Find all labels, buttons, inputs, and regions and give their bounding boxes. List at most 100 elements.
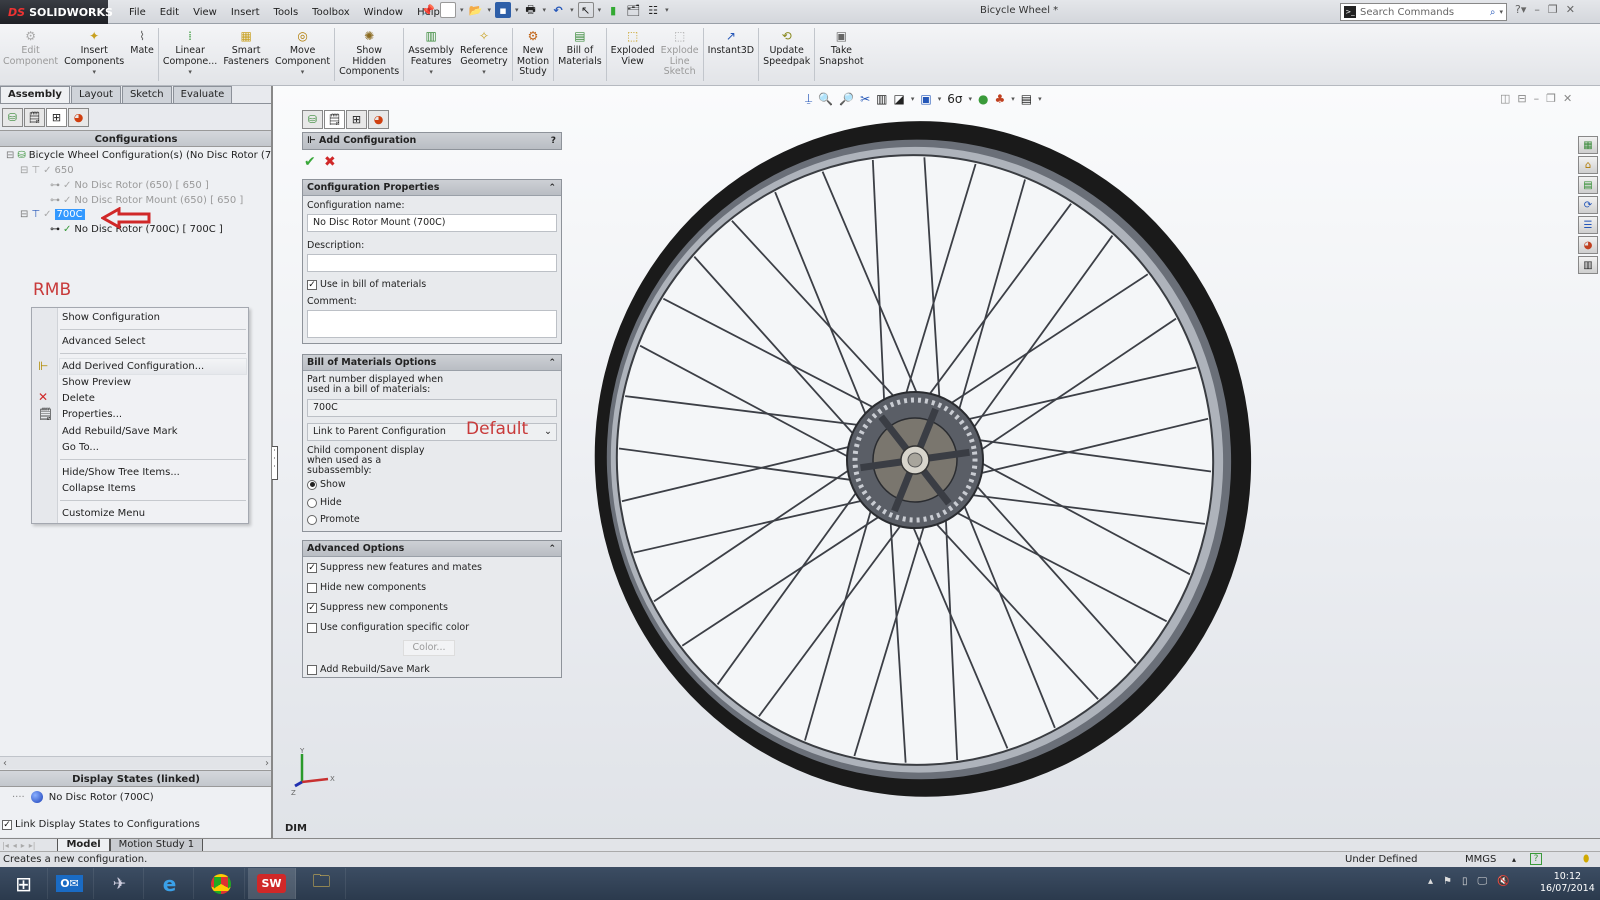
- menu-item-customize-menu[interactable]: Customize Menu: [60, 506, 246, 521]
- description-input[interactable]: [307, 254, 557, 272]
- checkbox[interactable]: ✓: [2, 819, 12, 830]
- chevron-down-icon[interactable]: ▾: [301, 67, 305, 78]
- tab-sketch[interactable]: Sketch: [121, 86, 172, 103]
- chevron-down-icon[interactable]: ▾: [488, 6, 492, 14]
- display-manager-icon[interactable]: ◕: [68, 108, 89, 127]
- tab-assembly[interactable]: Assembly: [0, 86, 70, 103]
- minimize-icon[interactable]: –: [1534, 3, 1540, 16]
- search-commands-input[interactable]: >_ Search Commands ⌕ ▾: [1340, 3, 1507, 21]
- checkbox[interactable]: [307, 622, 317, 633]
- configuration-name-input[interactable]: No Disc Rotor Mount (700C): [307, 214, 557, 232]
- last-tab-icon[interactable]: ▸|: [27, 841, 38, 850]
- checkbox[interactable]: ✓: [307, 562, 317, 573]
- view-settings-icon[interactable]: ♣: [994, 92, 1005, 106]
- menu-item-collapse-items[interactable]: Collapse Items: [60, 481, 246, 496]
- chevron-down-icon[interactable]: ▾: [665, 6, 669, 14]
- checkbox[interactable]: [307, 664, 317, 675]
- radio-button[interactable]: [307, 479, 317, 490]
- collapse-icon[interactable]: ⌃: [548, 180, 556, 196]
- part-number-input[interactable]: 700C: [307, 399, 557, 417]
- tab-motion-study[interactable]: Motion Study 1: [109, 838, 204, 852]
- view-orientation-icon[interactable]: ▥: [876, 92, 887, 106]
- chevron-down-icon[interactable]: ▾: [92, 67, 96, 78]
- menu-edit[interactable]: Edit: [153, 7, 186, 18]
- part-number-source-select[interactable]: Link to Parent Configuration Default ⌄: [307, 421, 557, 441]
- file-explorer-icon[interactable]: 🗀: [298, 868, 346, 899]
- windows-start-icon[interactable]: ⊞: [0, 868, 48, 899]
- explorer-tool-icon[interactable]: ✈: [96, 868, 144, 899]
- design-library-icon[interactable]: ⌂: [1578, 156, 1598, 174]
- menu-toolbox[interactable]: Toolbox: [305, 7, 357, 18]
- help-icon[interactable]: ?: [1530, 853, 1542, 865]
- new-document-icon[interactable]: [440, 2, 456, 18]
- ok-button[interactable]: ✔: [304, 154, 316, 170]
- collapse-icon[interactable]: ⊟: [6, 150, 14, 161]
- command-linear-compone[interactable]: ⁞ Linear Compone... ▾: [160, 24, 220, 85]
- suppress-components-checkbox[interactable]: ✓ Suppress new components: [307, 602, 448, 613]
- display-manager-icon[interactable]: ◕: [368, 110, 389, 129]
- tree-item[interactable]: ⊶ ✓ No Disc Rotor Mount (650) [ 650 ]: [50, 195, 243, 206]
- checkbox[interactable]: ✓: [307, 602, 317, 613]
- checkbox[interactable]: [307, 582, 317, 593]
- horizontal-scrollbar[interactable]: ‹ ›: [0, 756, 272, 769]
- radio-button[interactable]: [307, 514, 317, 525]
- bom-options-header[interactable]: Bill of Materials Options ⌃: [303, 355, 561, 371]
- rebuild-traffic-light-icon[interactable]: ▮: [605, 2, 621, 18]
- solidworks-logo[interactable]: DS SOLIDWORKS: [0, 0, 113, 24]
- help-icon[interactable]: ?: [551, 133, 556, 149]
- taskbar-clock[interactable]: 10:12 16/07/2014: [1540, 871, 1595, 895]
- tab-layout[interactable]: Layout: [70, 86, 121, 103]
- chevron-down-icon[interactable]: ▾: [1499, 8, 1503, 16]
- menu-item-delete[interactable]: Delete: [60, 391, 246, 406]
- display-style-icon[interactable]: ◪: [894, 92, 905, 106]
- command-insert-components[interactable]: ✦ Insert Components ▾: [61, 24, 127, 85]
- radio-hide[interactable]: Hide: [307, 497, 342, 508]
- chevron-down-icon[interactable]: ▾: [911, 95, 915, 103]
- chevron-down-icon[interactable]: ▾: [460, 6, 464, 14]
- outlook-icon[interactable]: O✉: [46, 868, 94, 899]
- open-folder-icon[interactable]: 📂: [468, 2, 484, 18]
- split-horizontal-icon[interactable]: ◫: [1500, 92, 1510, 105]
- command-exploded-view[interactable]: ⬚ Exploded View: [608, 24, 658, 85]
- comment-textarea[interactable]: [307, 310, 557, 338]
- volume-muted-icon[interactable]: 🔇: [1497, 876, 1509, 887]
- command-explode-line-sketch[interactable]: ⬚ Explode Line Sketch: [658, 24, 702, 85]
- chevron-down-icon[interactable]: ▾: [938, 95, 942, 103]
- property-manager-icon[interactable]: 🗒: [24, 108, 45, 127]
- command-update-speedpak[interactable]: ⟲ Update Speedpak: [760, 24, 813, 85]
- split-vertical-icon[interactable]: ⊟: [1517, 92, 1526, 105]
- save-icon[interactable]: ▪: [495, 2, 512, 18]
- color-button[interactable]: Color...: [403, 640, 455, 656]
- view-palette-icon[interactable]: ⟳: [1578, 196, 1598, 214]
- command-edit-component[interactable]: ⚙ Edit Component: [0, 24, 61, 85]
- chevron-down-icon[interactable]: ▾: [968, 95, 972, 103]
- menu-item-go-to[interactable]: Go To...: [60, 440, 246, 455]
- radio-show[interactable]: Show: [307, 479, 346, 490]
- restore-icon[interactable]: ❐: [1546, 92, 1556, 105]
- menu-item-hide-show-tree-items[interactable]: Hide/Show Tree Items...: [60, 465, 246, 480]
- feature-tree-icon[interactable]: ⛁: [2, 108, 23, 127]
- tree-item[interactable]: ⊶ ✓ No Disc Rotor (650) [ 650 ]: [50, 180, 209, 191]
- chrome-icon[interactable]: [197, 868, 245, 899]
- pin-icon[interactable]: 📌: [420, 2, 436, 18]
- chevron-down-icon[interactable]: ▾: [570, 6, 574, 14]
- tree-item-650[interactable]: ⊟ ⊤ ✓ 650: [20, 165, 74, 176]
- checkbox[interactable]: ✓: [307, 279, 317, 290]
- minimize-icon[interactable]: –: [1534, 92, 1540, 105]
- chevron-down-icon[interactable]: ▾: [598, 6, 602, 14]
- file-properties-icon[interactable]: 🗂: [625, 2, 641, 18]
- collapse-icon[interactable]: ⌃: [548, 541, 556, 557]
- battery-icon[interactable]: ▯: [1462, 876, 1468, 887]
- action-center-flag-icon[interactable]: ⚑: [1443, 876, 1452, 887]
- resources-icon[interactable]: ▦: [1578, 136, 1598, 154]
- menu-item-show-preview[interactable]: Show Preview: [60, 375, 246, 390]
- solidworks-taskbar-icon[interactable]: SW: [248, 868, 296, 899]
- command-show-hidden-components[interactable]: ✺ Show Hidden Components: [336, 24, 402, 85]
- help-icon[interactable]: ?▾: [1515, 3, 1526, 16]
- command-smart-fasteners[interactable]: ▦ Smart Fasteners: [220, 24, 272, 85]
- command-reference-geometry[interactable]: ✧ Reference Geometry ▾: [457, 24, 511, 85]
- scene-icon[interactable]: ●: [978, 92, 988, 106]
- command-mate[interactable]: ⌇ Mate: [127, 24, 157, 85]
- menu-item-add-derived-configuration[interactable]: Add Derived Configuration...: [59, 358, 247, 375]
- scroll-right-icon[interactable]: ›: [265, 758, 269, 769]
